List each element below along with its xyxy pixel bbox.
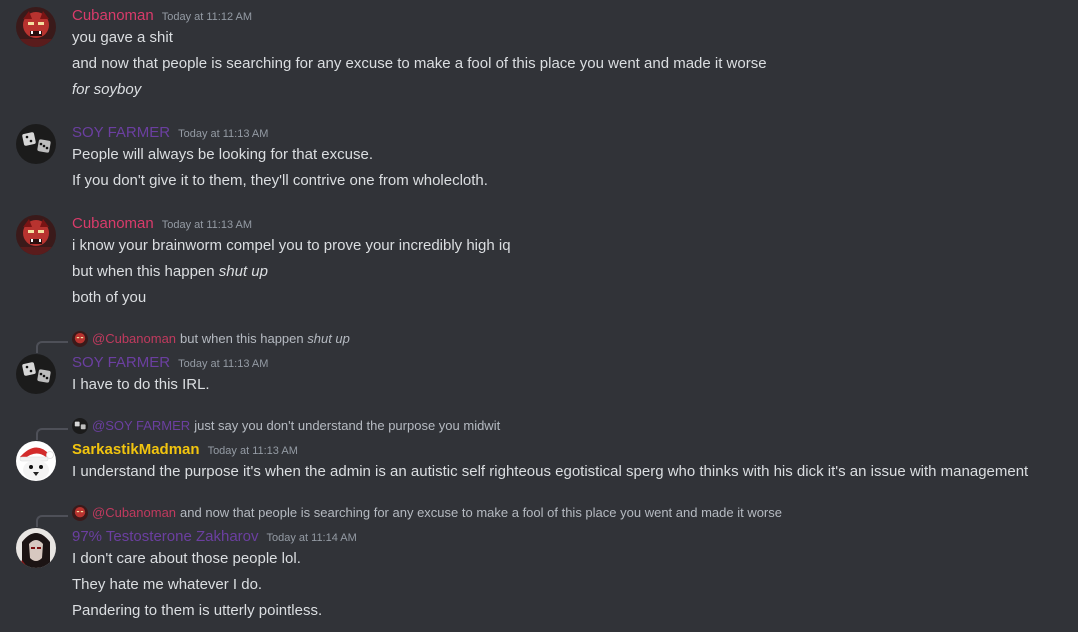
demon-avatar-icon — [72, 331, 88, 347]
reply-avatar — [72, 331, 88, 347]
demon-avatar-icon — [16, 215, 56, 255]
message-text: you gave a shit — [72, 29, 173, 46]
timestamp[interactable]: Today at 11:12 AM — [162, 11, 252, 23]
avatar-cubanoman[interactable] — [16, 7, 56, 47]
username[interactable]: 97% Testosterone Zakharov — [72, 528, 259, 545]
username[interactable]: SOY FARMER — [72, 124, 170, 141]
avatar-sarkastik-madman[interactable] — [16, 441, 56, 481]
message-header: SarkastikMadman Today at 11:13 AM — [72, 440, 298, 460]
avatar-cubanoman[interactable] — [16, 215, 56, 255]
reply-text: just say you don't understand the purpos… — [194, 418, 501, 433]
avatar-zakharov[interactable] — [16, 528, 56, 568]
message-header: SOY FARMER Today at 11:13 AM — [72, 353, 268, 373]
timestamp[interactable]: Today at 11:13 AM — [208, 445, 298, 457]
username[interactable]: SarkastikMadman — [72, 441, 200, 458]
reply-text-plain: but when this happen — [180, 331, 308, 346]
reply-spine — [36, 515, 68, 527]
message-text: If you don't give it to them, they'll co… — [72, 172, 488, 189]
message-header: SOY FARMER Today at 11:13 AM — [72, 123, 268, 143]
message-text: both of you — [72, 289, 147, 306]
reply-preview[interactable]: @Cubanoman and now that people is search… — [72, 504, 782, 522]
message-text: Pandering to them is utterly pointless. — [72, 602, 323, 619]
message-text: People will always be looking for that e… — [72, 146, 373, 163]
dice-avatar-icon — [72, 418, 88, 434]
avatar-soy-farmer[interactable] — [16, 124, 56, 164]
message-text: and now that people is searching for any… — [72, 55, 767, 72]
timestamp[interactable]: Today at 11:13 AM — [178, 358, 268, 370]
plain-text: but when this happen — [72, 263, 219, 280]
message-header: Cubanoman Today at 11:12 AM — [72, 6, 252, 26]
message-text: They hate me whatever I do. — [72, 576, 263, 593]
message-text: for soyboy — [72, 79, 141, 101]
avatar-soy-farmer[interactable] — [16, 354, 56, 394]
santa-bird-avatar-icon — [16, 441, 56, 481]
reply-preview[interactable]: @SOY FARMER just say you don't understan… — [72, 417, 500, 435]
reply-text-italic: shut up — [307, 331, 350, 346]
demon-avatar-icon — [72, 505, 88, 521]
dice-avatar-icon — [16, 124, 56, 164]
message-text: I have to do this IRL. — [72, 376, 210, 393]
timestamp[interactable]: Today at 11:13 AM — [178, 128, 268, 140]
reply-text: but when this happen shut up — [180, 330, 350, 348]
reply-avatar — [72, 505, 88, 521]
reply-mention[interactable]: @Cubanoman — [92, 504, 176, 522]
reply-preview[interactable]: @Cubanoman but when this happen shut up — [72, 330, 350, 348]
reply-spine — [36, 428, 68, 440]
message-text: I understand the purpose it's when the a… — [72, 463, 1029, 480]
reply-mention[interactable]: @SOY FARMER — [92, 417, 190, 435]
timestamp[interactable]: Today at 11:13 AM — [162, 219, 252, 231]
italic-text: for soyboy — [72, 81, 142, 98]
demon-avatar-icon — [16, 7, 56, 47]
username[interactable]: Cubanoman — [72, 215, 154, 232]
reply-spine — [36, 341, 68, 353]
dice-avatar-icon — [16, 354, 56, 394]
reply-text: and now that people is searching for any… — [180, 505, 782, 520]
message-text: I don't care about those people lol. — [72, 550, 301, 567]
message-header: Cubanoman Today at 11:13 AM — [72, 214, 252, 234]
reply-mention[interactable]: @Cubanoman — [92, 330, 176, 348]
timestamp[interactable]: Today at 11:14 AM — [267, 532, 357, 544]
vampire-avatar-icon — [16, 528, 56, 568]
reply-avatar — [72, 418, 88, 434]
message-text: but when this happen shut up — [72, 261, 268, 283]
username[interactable]: SOY FARMER — [72, 354, 170, 371]
message-header: 97% Testosterone Zakharov Today at 11:14 … — [72, 527, 357, 547]
message-text: i know your brainworm compel you to prov… — [72, 237, 511, 254]
username[interactable]: Cubanoman — [72, 7, 154, 24]
italic-text: shut up — [218, 263, 268, 280]
